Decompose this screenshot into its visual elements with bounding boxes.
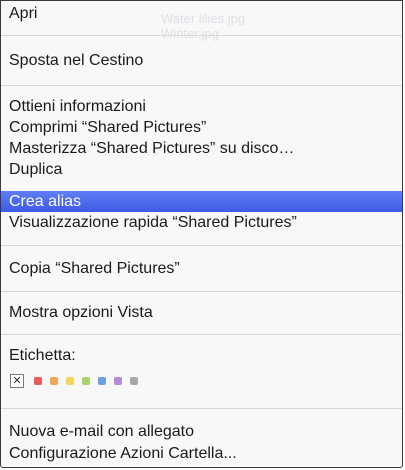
no-label-swatch[interactable]: ✕	[10, 374, 24, 388]
menu-item-copia[interactable]: Copia “Shared Pictures”	[1, 258, 402, 279]
menu-separator	[1, 35, 402, 36]
label-heading: Etichetta:	[9, 347, 76, 364]
label-swatch-orange[interactable]	[50, 377, 58, 385]
menu-separator	[1, 334, 402, 335]
menu-item-duplica[interactable]: Duplica	[1, 159, 402, 180]
background-file-2: Winter.jpg	[161, 26, 219, 41]
context-menu: Water lilies.jpg Winter.jpg Apri Sposta …	[0, 0, 403, 468]
menu-item-crea-alias[interactable]: Crea alias	[1, 191, 402, 212]
label-swatch-green[interactable]	[82, 377, 90, 385]
menu-item-masterizza[interactable]: Masterizza “Shared Pictures” su disco…	[1, 138, 402, 159]
menu-separator	[1, 85, 402, 86]
menu-item-apri[interactable]: Apri	[1, 3, 402, 24]
menu-item-visualizzazione-rapida[interactable]: Visualizzazione rapida “Shared Pictures”	[1, 212, 402, 233]
menu-item-configurazione-azioni[interactable]: Configurazione Azioni Cartella...	[1, 443, 402, 464]
menu-item-sposta-nel-cestino[interactable]: Sposta nel Cestino	[1, 50, 402, 71]
menu-separator	[1, 291, 402, 292]
menu-item-nuova-email[interactable]: Nuova e-mail con allegato	[1, 421, 402, 442]
label-color-swatches: ✕	[10, 374, 146, 388]
menu-item-comprimi[interactable]: Comprimi “Shared Pictures”	[1, 117, 402, 138]
label-swatch-purple[interactable]	[114, 377, 122, 385]
menu-separator	[1, 408, 402, 409]
label-swatch-blue[interactable]	[98, 377, 106, 385]
menu-separator	[1, 245, 402, 246]
menu-item-ottieni-informazioni[interactable]: Ottieni informazioni	[1, 96, 402, 117]
label-swatch-gray[interactable]	[130, 377, 138, 385]
label-swatch-yellow[interactable]	[66, 377, 74, 385]
label-swatch-red[interactable]	[34, 377, 42, 385]
menu-item-mostra-opzioni-vista[interactable]: Mostra opzioni Vista	[1, 302, 402, 323]
